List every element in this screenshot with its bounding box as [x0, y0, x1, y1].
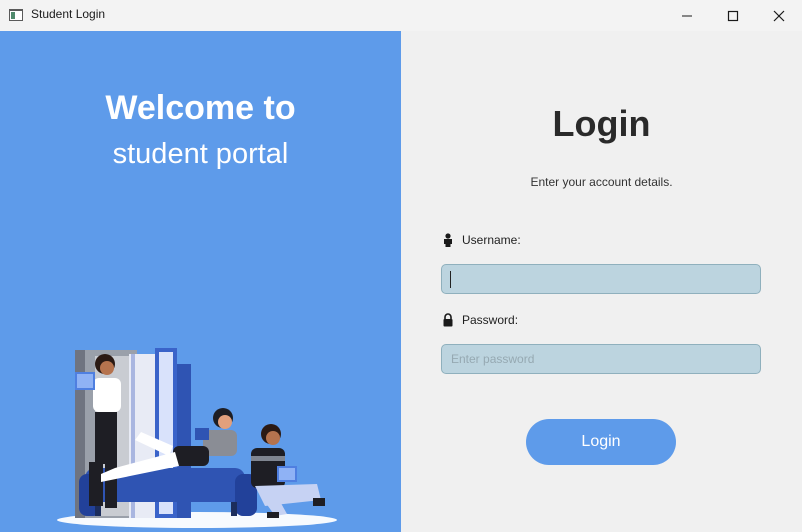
person-icon — [441, 232, 455, 248]
password-label-text: Password: — [462, 313, 519, 327]
minimize-icon — [682, 15, 692, 16]
title-bar[interactable]: Student Login — [0, 0, 802, 31]
username-label-text: Username: — [462, 233, 521, 247]
app-window-icon — [9, 9, 23, 21]
close-icon — [773, 10, 785, 21]
welcome-title: Welcome to — [105, 89, 296, 127]
login-window: Student Login Welcome to student portal — [0, 0, 802, 532]
minimize-button[interactable] — [664, 0, 710, 31]
login-panel: Login Enter your account details. Userna… — [401, 31, 802, 532]
password-label: Password: — [441, 312, 518, 328]
password-input[interactable] — [441, 344, 761, 374]
maximize-button[interactable] — [710, 0, 756, 31]
welcome-subtitle: student portal — [112, 138, 289, 170]
login-heading: Login — [552, 103, 651, 144]
maximize-icon — [727, 10, 739, 21]
welcome-panel: Welcome to student portal — [0, 31, 401, 532]
students-reading-illustration — [57, 348, 337, 528]
username-input[interactable] — [441, 264, 761, 294]
login-subtitle: Enter your account details. — [530, 175, 673, 189]
login-button[interactable]: Login — [526, 419, 676, 465]
lock-icon — [441, 312, 455, 328]
close-button[interactable] — [756, 0, 802, 31]
text-caret — [450, 271, 451, 288]
window-title: Student Login — [31, 7, 106, 21]
username-label: Username: — [441, 232, 521, 248]
